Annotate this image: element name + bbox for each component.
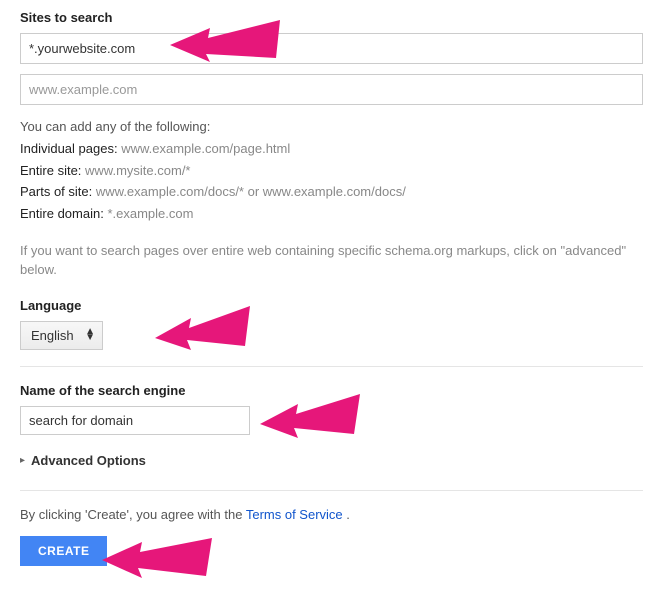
help-intro: You can add any of the following: [20, 117, 643, 138]
arrow-annotation-icon [155, 306, 250, 356]
schema-hint: If you want to search pages over entire … [20, 241, 643, 280]
language-label: Language [20, 298, 643, 313]
language-select[interactable]: English [20, 321, 103, 350]
help-line: Entire domain: *.example.com [20, 204, 643, 225]
advanced-options-label: Advanced Options [31, 453, 146, 468]
help-line: Individual pages: www.example.com/page.h… [20, 139, 643, 160]
advanced-options-toggle[interactable]: ▸ Advanced Options [20, 453, 643, 468]
sites-to-search-label: Sites to search [20, 10, 643, 25]
terms-link[interactable]: Terms of Service [246, 507, 343, 522]
engine-name-input[interactable] [20, 406, 250, 435]
divider [20, 366, 643, 367]
add-site-input[interactable] [20, 74, 643, 105]
expand-icon: ▸ [20, 455, 25, 466]
help-line: Entire site: www.mysite.com/* [20, 161, 643, 182]
site-url-input[interactable] [20, 33, 643, 64]
help-line: Parts of site: www.example.com/docs/* or… [20, 182, 643, 203]
help-text-block: You can add any of the following: Indivi… [20, 117, 643, 225]
engine-name-label: Name of the search engine [20, 383, 643, 398]
arrow-annotation-icon [260, 394, 360, 444]
divider [20, 490, 643, 491]
agree-text: By clicking 'Create', you agree with the… [20, 507, 643, 522]
arrow-annotation-icon [102, 538, 212, 584]
create-button[interactable]: CREATE [20, 536, 107, 566]
